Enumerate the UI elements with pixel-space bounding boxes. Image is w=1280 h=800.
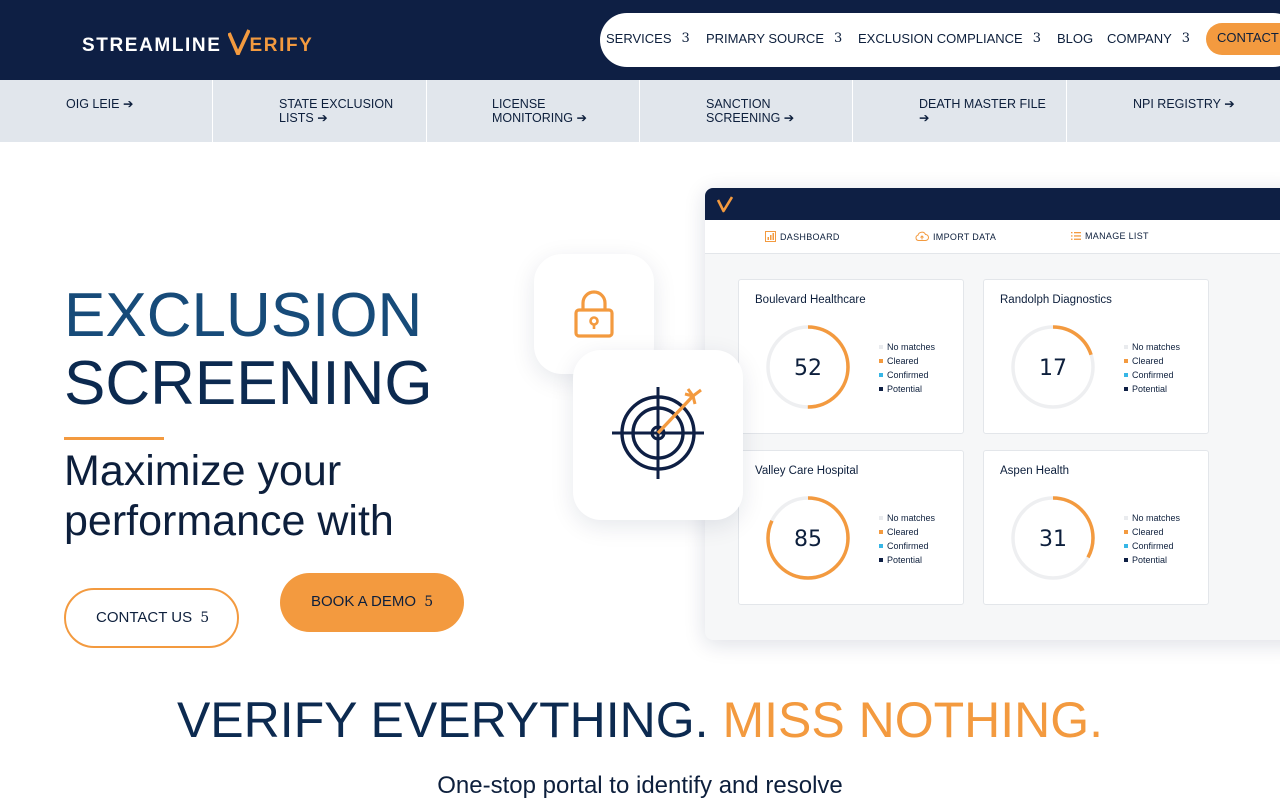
nav-services[interactable]: SERVICES 3: [606, 31, 690, 46]
nav-primary-source[interactable]: PRIMARY SOURCE 3: [706, 31, 842, 46]
tagline-heading: VERIFY EVERYTHING. MISS NOTHING.: [0, 690, 1280, 750]
facility-card[interactable]: Boulevard Healthcare 52 No matches Clear…: [738, 279, 964, 434]
dropdown-arrow-icon: 3: [834, 31, 843, 46]
verify-check-icon: [717, 196, 733, 213]
facility-name: Boulevard Healthcare: [755, 294, 866, 306]
contact-us-button[interactable]: CONTACT US 5: [64, 588, 239, 648]
list-icon: [1071, 232, 1081, 240]
facility-card[interactable]: Aspen Health 31 No matches Cleared Confi…: [983, 450, 1209, 605]
legend-item: Potential: [879, 553, 935, 567]
services-subnav: OIG LEIE ➔ STATE EXCLUSION LISTS ➔ LICEN…: [0, 80, 1280, 142]
legend-item: No matches: [1124, 340, 1180, 354]
subnav-oig-leie[interactable]: OIG LEIE ➔: [0, 80, 213, 142]
subnav-license-monitoring[interactable]: LICENSE MONITORING ➔: [427, 80, 640, 142]
legend-item: Confirmed: [879, 539, 935, 553]
legend-item: No matches: [1124, 511, 1180, 525]
cloud-upload-icon: [915, 231, 929, 241]
nav-blog[interactable]: BLOG: [1057, 31, 1093, 46]
subnav-state-exclusion-lists[interactable]: STATE EXCLUSION LISTS ➔: [213, 80, 427, 142]
nav-exclusion-compliance[interactable]: EXCLUSION COMPLIANCE 3: [858, 31, 1041, 46]
dashboard-preview: DASHBOARD IMPORT DATA MANAGE LIST Boulev…: [705, 188, 1280, 640]
nav-company[interactable]: COMPANY 3: [1107, 31, 1190, 46]
legend-item: Potential: [1124, 382, 1180, 396]
tab-import-data[interactable]: IMPORT DATA: [915, 231, 996, 242]
dashboard-topbar: [705, 188, 1280, 220]
logo-v-check-icon: [226, 29, 251, 56]
status-legend: No matches Cleared Confirmed Potential: [879, 511, 935, 567]
streamline-verify-logo[interactable]: STREAMLINE ERIFY: [82, 27, 314, 56]
logo-text-streamline: STREAMLINE: [82, 35, 222, 56]
legend-item: Potential: [879, 382, 935, 396]
legend-item: Confirmed: [1124, 368, 1180, 382]
tagline-subtext: One-stop portal to identify and resolve: [437, 772, 843, 799]
score-value: 31: [1039, 527, 1067, 552]
title-divider: [64, 437, 164, 440]
tagline-part-1: VERIFY EVERYTHING.: [176, 692, 709, 748]
facility-card[interactable]: Valley Care Hospital 85 No matches Clear…: [738, 450, 964, 605]
button-arrow-icon: 5: [424, 594, 434, 610]
legend-item: Cleared: [879, 525, 935, 539]
status-legend: No matches Cleared Confirmed Potential: [1124, 511, 1180, 567]
title-line-1: EXCLUSION: [64, 281, 423, 350]
status-legend: No matches Cleared Confirmed Potential: [879, 340, 935, 396]
site-header: STREAMLINE ERIFY SERVICES 3 PRIMARY SOUR…: [0, 0, 1280, 80]
button-arrow-icon: 5: [200, 610, 210, 626]
subnav-npi-registry[interactable]: NPI REGISTRY ➔: [1067, 80, 1280, 142]
page-title: EXCLUSION SCREENING: [64, 282, 433, 418]
tab-dashboard[interactable]: DASHBOARD: [765, 231, 840, 242]
target-feature-card: [573, 350, 743, 520]
legend-item: Confirmed: [1124, 539, 1180, 553]
title-line-2: SCREENING: [64, 349, 433, 418]
facility-name: Randolph Diagnostics: [1000, 294, 1112, 306]
subnav-death-master-file[interactable]: DEATH MASTER FILE ➔: [853, 80, 1067, 142]
score-ring: 17: [1011, 325, 1095, 409]
hero-subtitle: Maximize your performance with: [64, 447, 394, 545]
dropdown-arrow-icon: 3: [681, 31, 690, 46]
legend-item: Cleared: [1124, 354, 1180, 368]
score-value: 85: [794, 527, 822, 552]
score-value: 17: [1039, 356, 1067, 381]
status-legend: No matches Cleared Confirmed Potential: [1124, 340, 1180, 396]
legend-item: No matches: [879, 340, 935, 354]
chart-icon: [765, 231, 776, 242]
dropdown-arrow-icon: 3: [1181, 31, 1191, 46]
legend-item: Confirmed: [879, 368, 935, 382]
tagline-part-2: MISS NOTHING.: [722, 692, 1104, 748]
nav-contact-button[interactable]: CONTACT: [1206, 23, 1280, 55]
score-ring: 52: [766, 325, 850, 409]
facility-card[interactable]: Randolph Diagnostics 17 No matches Clear…: [983, 279, 1209, 434]
legend-item: No matches: [879, 511, 935, 525]
facility-name: Aspen Health: [1000, 465, 1070, 477]
target-arrow-icon: [612, 387, 704, 479]
book-demo-button[interactable]: BOOK A DEMO 5: [280, 573, 464, 632]
legend-item: Cleared: [1124, 525, 1180, 539]
legend-item: Cleared: [879, 354, 935, 368]
score-value: 52: [794, 356, 822, 381]
dashboard-tabs: DASHBOARD IMPORT DATA MANAGE LIST: [705, 220, 1280, 254]
subnav-sanction-screening[interactable]: SANCTION SCREENING ➔: [640, 80, 853, 142]
logo-text-erify: ERIFY: [249, 35, 314, 56]
tab-manage-list[interactable]: MANAGE LIST: [1071, 231, 1149, 241]
facility-name: Valley Care Hospital: [755, 465, 859, 477]
dropdown-arrow-icon: 3: [1032, 31, 1041, 46]
legend-item: Potential: [1124, 553, 1180, 567]
score-ring: 31: [1011, 496, 1095, 580]
score-ring: 85: [766, 496, 850, 580]
lock-icon: [574, 290, 614, 338]
